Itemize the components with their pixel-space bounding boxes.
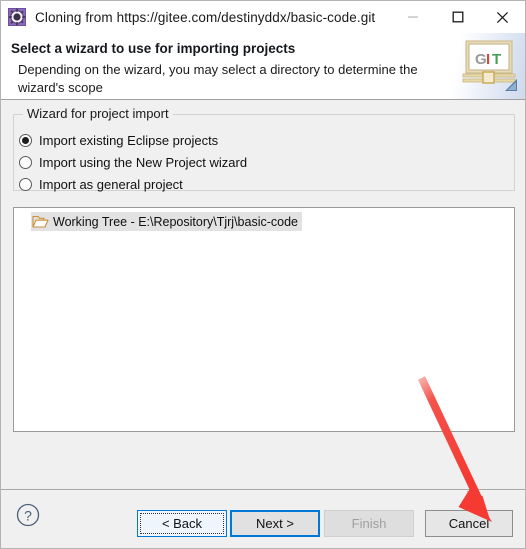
wizard-import-group: Wizard for project import Import existin…	[13, 106, 515, 194]
wizard-dialog: Cloning from https://gitee.com/destinydd…	[0, 0, 526, 549]
wizard-header: Select a wizard to use for importing pro…	[1, 33, 525, 100]
next-button[interactable]: Next >	[230, 510, 320, 537]
radio-indicator[interactable]	[19, 133, 32, 147]
radio-indicator[interactable]	[19, 177, 32, 191]
window-controls	[390, 1, 525, 33]
svg-text:I: I	[486, 51, 490, 68]
finish-button: Finish	[324, 510, 414, 537]
back-button[interactable]: < Back	[137, 510, 227, 537]
finish-button-label: Finish	[351, 516, 387, 531]
tree-item-label: Working Tree - E:\Repository\Tjrj\basic-…	[53, 214, 298, 229]
minimize-icon[interactable]	[390, 1, 435, 33]
cancel-button-label: Cancel	[448, 516, 490, 531]
help-question-icon[interactable]: ?	[15, 502, 41, 528]
svg-text:?: ?	[24, 508, 32, 524]
next-button-label: Next >	[256, 516, 294, 531]
svg-text:T: T	[492, 51, 501, 68]
maximize-icon[interactable]	[435, 1, 480, 33]
radio-label: Import as general project	[39, 176, 183, 192]
cancel-button[interactable]: Cancel	[425, 510, 513, 537]
radio-import-existing-eclipse-projects[interactable]: Import existing Eclipse projects	[19, 130, 218, 150]
back-button-label: < Back	[140, 513, 224, 534]
page-description: Depending on the wizard, you may select …	[18, 62, 418, 95]
page-title: Select a wizard to use for importing pro…	[11, 41, 296, 56]
title-bar: Cloning from https://gitee.com/destinydd…	[1, 1, 525, 33]
git-wizard-banner-icon: G I T	[461, 39, 517, 93]
group-label: Wizard for project import	[24, 106, 173, 121]
open-folder-icon	[32, 214, 49, 229]
radio-indicator[interactable]	[19, 155, 32, 169]
radio-import-as-general-project[interactable]: Import as general project	[19, 174, 183, 194]
svg-text:G: G	[475, 51, 487, 68]
close-icon[interactable]	[480, 1, 525, 33]
dialog-body: Wizard for project import Import existin…	[1, 100, 525, 489]
project-tree-panel[interactable]: Working Tree - E:\Repository\Tjrj\basic-…	[13, 207, 515, 432]
radio-label: Import existing Eclipse projects	[39, 132, 219, 148]
radio-import-using-new-project-wizard[interactable]: Import using the New Project wizard	[19, 152, 247, 172]
radio-label: Import using the New Project wizard	[39, 154, 248, 170]
tree-item-working-tree[interactable]: Working Tree - E:\Repository\Tjrj\basic-…	[31, 212, 302, 231]
window-title: Cloning from https://gitee.com/destinydd…	[35, 9, 376, 25]
git-repository-icon	[8, 8, 26, 26]
